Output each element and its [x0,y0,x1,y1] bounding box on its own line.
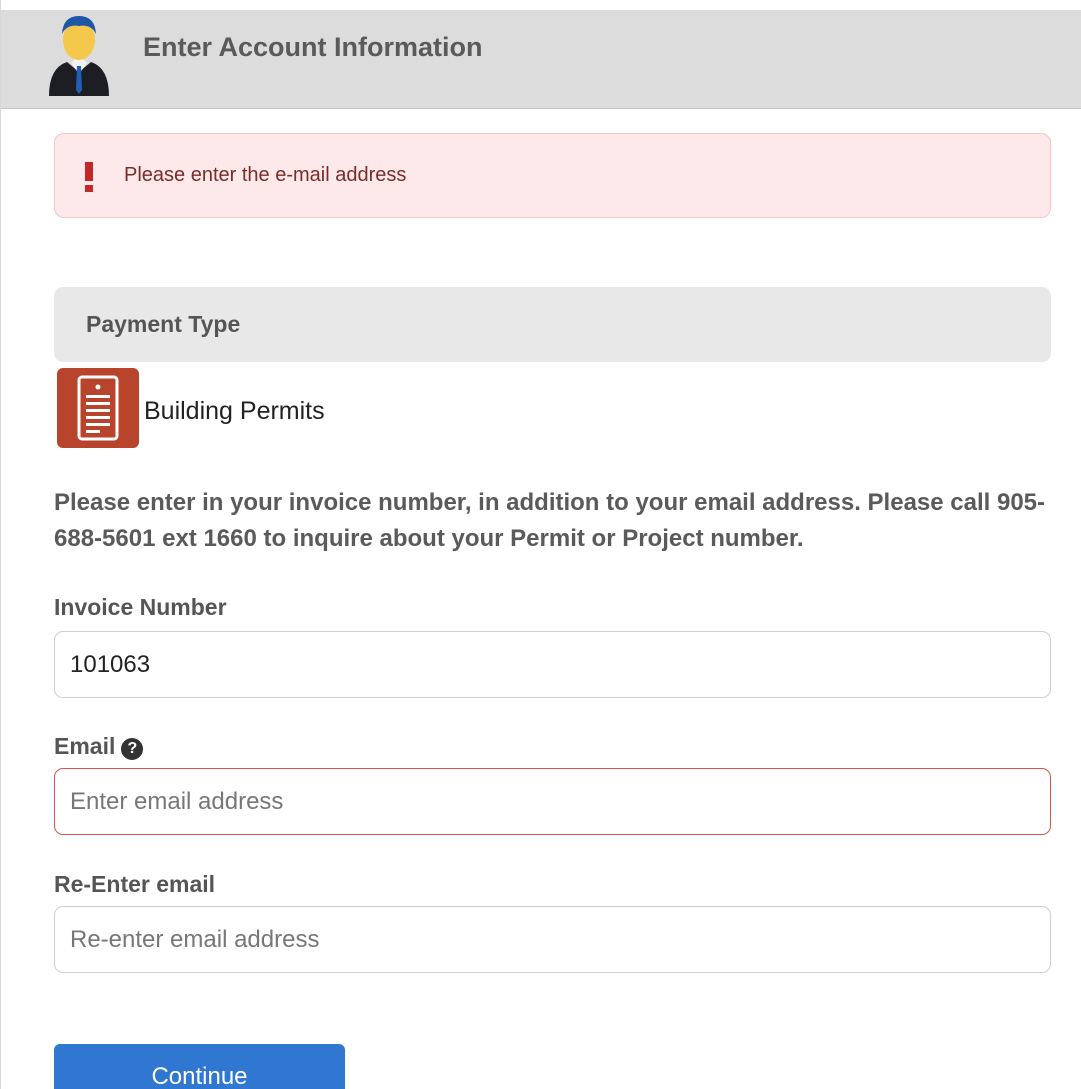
email-label: Email [54,733,116,759]
reenter-email-input[interactable] [54,906,1051,973]
payment-type-label: Building Permits [144,397,325,425]
payment-type-header: Payment Type [54,287,1051,362]
page-header: Enter Account Information [1,10,1081,109]
question-circle-icon[interactable]: ? [121,738,144,760]
page-title: Enter Account Information [143,32,483,62]
instructions-text: Please enter in your invoice number, in … [54,489,1046,552]
email-label-row: Email? [54,733,144,760]
invoice-number-label: Invoice Number [54,594,227,620]
email-input[interactable] [54,768,1051,835]
reenter-email-label: Re-Enter email [54,871,216,897]
continue-button[interactable]: Continue [54,1044,345,1089]
exclamation-icon [85,162,93,192]
alert-message: Please enter the e-mail address [124,164,407,186]
invoice-number-input[interactable] [54,631,1051,698]
document-icon [57,368,139,448]
user-avatar-icon [49,16,109,96]
payment-type-heading: Payment Type [86,311,241,337]
error-alert: Please enter the e-mail address [54,133,1051,218]
account-info-page: Enter Account Information Please enter t… [0,0,1081,1089]
